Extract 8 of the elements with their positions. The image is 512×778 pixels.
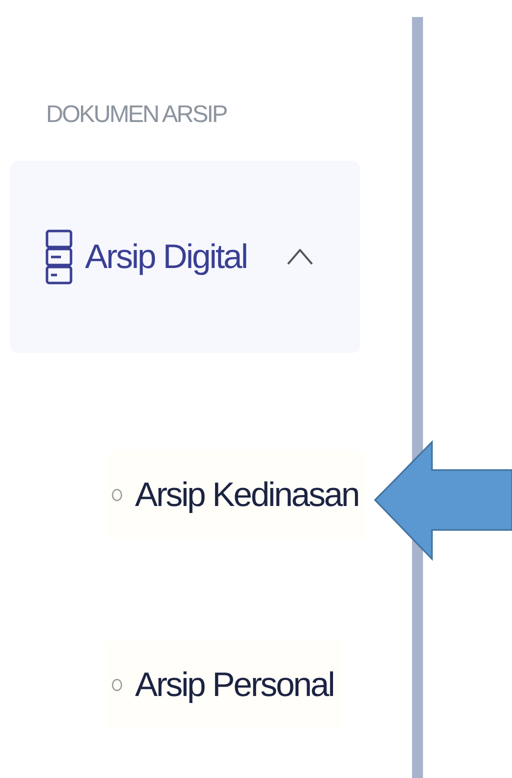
section-heading: DOKUMEN ARSIP [46,100,228,130]
menu-item[interactable]: Arsip Digital [10,161,360,353]
submenu-item[interactable]: Arsip Personal [107,641,340,729]
submenu-item[interactable]: Arsip Kedinasan [107,451,365,539]
circle-icon [111,678,123,692]
circle-icon [111,488,123,502]
server-icon [45,228,73,286]
chevron-icon [286,249,313,265]
